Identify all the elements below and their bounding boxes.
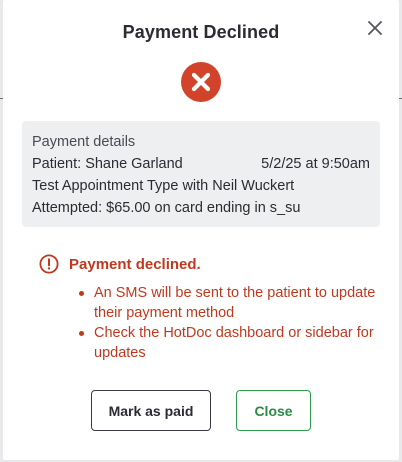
- close-button[interactable]: Close: [236, 390, 311, 431]
- patient-row: Patient: Shane Garland 5/2/25 at 9:50am: [32, 153, 370, 175]
- dialog-title: Payment Declined: [122, 22, 280, 42]
- error-list: An SMS will be sent to the patient to up…: [39, 283, 379, 363]
- patient-name: Patient: Shane Garland: [32, 156, 183, 172]
- payment-details-heading: Payment details: [32, 134, 136, 150]
- decline-error-block: Payment declined. An SMS will be sent to…: [39, 253, 379, 363]
- error-list-item: Check the HotDoc dashboard or sidebar fo…: [79, 323, 379, 363]
- error-heading-row: Payment declined.: [39, 253, 379, 275]
- attempted-amount: Attempted: $65.00 on card ending in s_su: [32, 200, 301, 216]
- error-heading: Payment declined.: [69, 255, 201, 273]
- appointment-datetime: 5/2/25 at 9:50am: [261, 156, 370, 172]
- alert-circle-icon: [39, 254, 59, 274]
- mark-as-paid-button[interactable]: Mark as paid: [91, 390, 211, 431]
- appointment-type: Test Appointment Type with Neil Wuckert: [32, 178, 295, 194]
- payment-details-box: Payment details Patient: Shane Garland 5…: [22, 121, 380, 227]
- error-x-circle-icon: [181, 62, 221, 102]
- payment-declined-dialog: Payment Declined Payment details Patient…: [3, 0, 399, 460]
- error-list-item: An SMS will be sent to the patient to up…: [79, 283, 379, 323]
